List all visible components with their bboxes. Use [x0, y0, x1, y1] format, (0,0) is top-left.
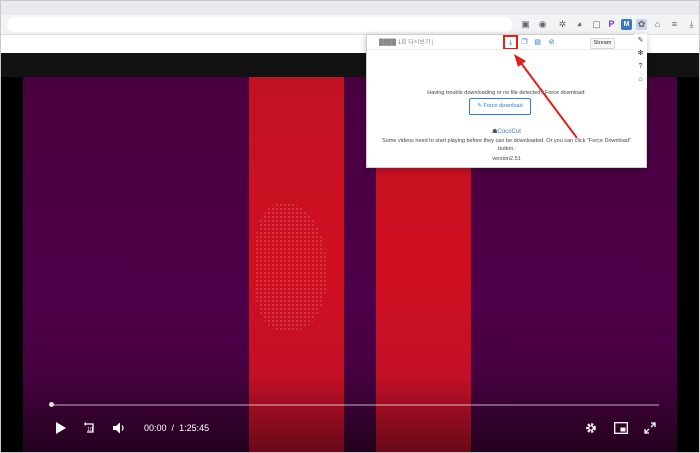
screenshot-frame: ▣ ◉ ✲ ◕ ▢ P M ✿ ⌂ ≡ ⤓ 10 00:00 / 1:25:45 [0, 0, 700, 453]
annotation-arrow [514, 54, 578, 139]
